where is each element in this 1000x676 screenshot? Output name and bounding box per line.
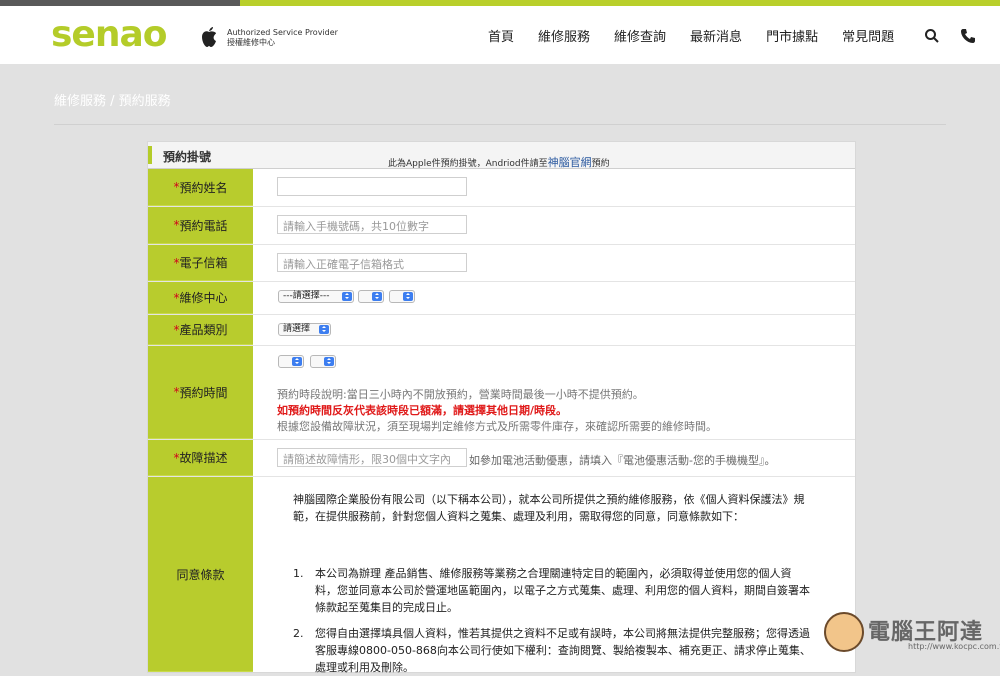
battery-promo-hint: 如參加電池活動優惠，請填入『電池優惠活動-您的手機機型』。 bbox=[469, 454, 776, 467]
chevron-updown-icon bbox=[319, 325, 329, 334]
time-row: * 預約時間 預約時段說明:當日三小時內不開放預約，營業時間最後一小時不提供預約。… bbox=[148, 346, 855, 440]
fault-label: * 故障描述 bbox=[148, 440, 253, 476]
timeslot-select[interactable] bbox=[310, 355, 336, 368]
center-label: * 維修中心 bbox=[148, 282, 253, 314]
kocpc-watermark: 電腦王阿達 http://www.kocpc.com.tw bbox=[824, 612, 1000, 654]
phone-row: * 預約電話 請輸入手機號碼，共10位數字 bbox=[148, 207, 855, 245]
email-row: * 電子信箱 請輸入正確電子信箱格式 bbox=[148, 245, 855, 282]
name-row: * 預約姓名 bbox=[148, 169, 855, 207]
nav-news[interactable]: 最新消息 bbox=[690, 26, 742, 45]
chevron-updown-icon bbox=[403, 292, 413, 301]
nav-home[interactable]: 首頁 bbox=[488, 26, 514, 45]
breadcrumb: 維修服務 / 預約服務 bbox=[54, 94, 171, 109]
fault-input[interactable]: 請簡述故障情形，限30個中文字內 bbox=[277, 448, 467, 467]
center-row: * 維修中心 ---請選擇--- bbox=[148, 282, 855, 315]
category-row: * 產品類別 請選擇 bbox=[148, 315, 855, 346]
breadcrumb-divider bbox=[54, 124, 946, 125]
form-title: 預約掛號 bbox=[163, 150, 212, 164]
authorized-provider-text: Authorized Service Provider 授權維修中心 bbox=[227, 28, 338, 47]
chevron-updown-icon bbox=[324, 357, 334, 366]
fault-row: * 故障描述 請簡述故障情形，限30個中文字內 如參加電池活動優惠，請填入『電池優… bbox=[148, 440, 855, 477]
reservation-form: 預約掛號 此為Apple件預約掛號，Andriod件請至神腦官網預約 * 預約姓名… bbox=[147, 141, 856, 674]
apple-icon bbox=[202, 27, 216, 47]
name-input[interactable] bbox=[277, 177, 467, 196]
chevron-updown-icon bbox=[342, 292, 352, 301]
form-header: 預約掛號 此為Apple件預約掛號，Andriod件請至神腦官網預約 bbox=[148, 142, 855, 169]
center-select-store[interactable] bbox=[389, 290, 415, 303]
nav-repair-service[interactable]: 維修服務 bbox=[538, 26, 590, 45]
name-label: * 預約姓名 bbox=[148, 169, 253, 206]
time-note-full-warning: 如預約時間反灰代表該時段已額滿，請選擇其他日期/時段。 bbox=[277, 404, 568, 417]
phone-icon[interactable] bbox=[960, 28, 976, 44]
search-icon[interactable] bbox=[924, 28, 940, 44]
nav-stores[interactable]: 門市據點 bbox=[766, 26, 818, 45]
terms-item-1: 1. 本公司為辦理 產品銷售、維修服務等業務之合理關連特定目的範圍內，必須取得並… bbox=[293, 567, 810, 614]
email-input[interactable]: 請輸入正確電子信箱格式 bbox=[277, 253, 467, 272]
chevron-updown-icon bbox=[292, 357, 302, 366]
android-notice: 此為Apple件預約掛號，Andriod件請至神腦官網預約 bbox=[388, 156, 610, 169]
senao-official-link[interactable]: 神腦官網 bbox=[548, 156, 592, 169]
nav-faq[interactable]: 常見問題 bbox=[842, 26, 894, 45]
terms-box[interactable]: 神腦國際企業股份有限公司（以下稱本公司），就本公司所提供之預約維修服務，依《個人… bbox=[253, 477, 855, 674]
terms-intro: 神腦國際企業股份有限公司（以下稱本公司），就本公司所提供之預約維修服務，依《個人… bbox=[293, 493, 805, 523]
terms-item-2: 2. 您得自由選擇填具個人資料，惟若其提供之資料不足或有誤時，本公司將無法提供完… bbox=[293, 627, 811, 674]
time-note-hours: 預約時段說明:當日三小時內不開放預約，營業時間最後一小時不提供預約。 bbox=[277, 388, 644, 401]
time-note-diagnosis: 根據您設備故障狀況，須至現場判定維修方式及所需零件庫存，來確認所需要的維修時間。 bbox=[277, 420, 717, 433]
senao-logo[interactable]: senao bbox=[51, 14, 167, 55]
category-select[interactable]: 請選擇 bbox=[278, 323, 331, 336]
phone-input[interactable]: 請輸入手機號碼，共10位數字 bbox=[277, 215, 467, 234]
nav-repair-query[interactable]: 維修查詢 bbox=[614, 26, 666, 45]
phone-label: * 預約電話 bbox=[148, 207, 253, 244]
date-select[interactable] bbox=[278, 355, 304, 368]
main-nav: 首頁 維修服務 維修查詢 最新消息 門市據點 常見問題 bbox=[488, 26, 990, 45]
email-label: * 電子信箱 bbox=[148, 245, 253, 281]
center-select-city[interactable] bbox=[358, 290, 384, 303]
site-header: senao Authorized Service Provider 授權維修中心… bbox=[0, 6, 1000, 64]
mascot-face-icon bbox=[824, 612, 864, 652]
consent-row: 同意條款 神腦國際企業股份有限公司（以下稱本公司），就本公司所提供之預約維修服務… bbox=[148, 477, 855, 674]
center-select-region[interactable]: ---請選擇--- bbox=[278, 290, 354, 303]
chevron-updown-icon bbox=[372, 292, 382, 301]
category-label: * 產品類別 bbox=[148, 315, 253, 345]
consent-label: 同意條款 bbox=[148, 477, 253, 672]
time-label: * 預約時間 bbox=[148, 346, 253, 439]
